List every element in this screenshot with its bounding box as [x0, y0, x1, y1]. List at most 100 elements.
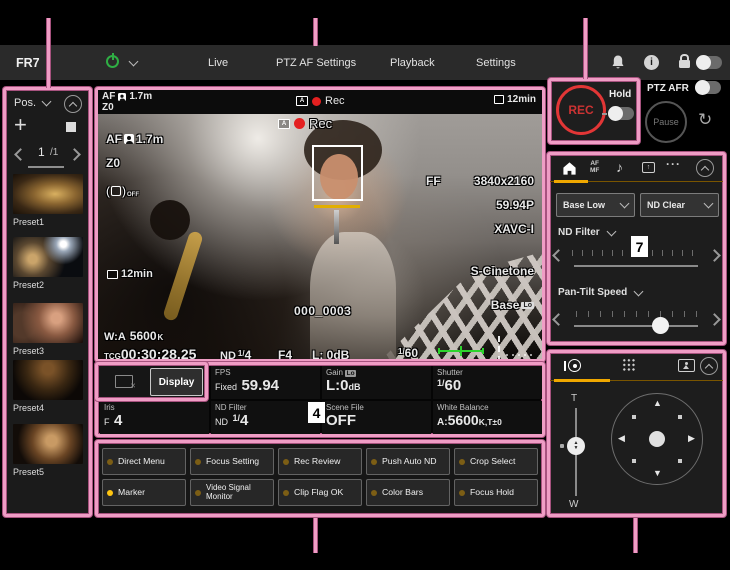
- tab-ptz-af-settings[interactable]: PTZ AF Settings: [276, 45, 356, 80]
- assignable-button-5[interactable]: Crop Select: [454, 448, 538, 475]
- collapse-panel-button[interactable]: [64, 95, 82, 113]
- level-meter: [498, 336, 500, 359]
- dpad-right-icon[interactable]: ▶: [688, 433, 695, 444]
- preset-thumbnail-5[interactable]: [13, 424, 83, 464]
- status-shutter[interactable]: Shutter 1/60: [433, 366, 542, 399]
- tab-ptz-joystick-icon[interactable]: [564, 359, 580, 373]
- status-nd-filter[interactable]: ND Filter ND 1/4: [211, 401, 320, 434]
- pause-button[interactable]: Pause: [645, 101, 687, 143]
- assignable-label: Focus Hold: [470, 488, 514, 497]
- assignable-button-2[interactable]: Focus Setting: [190, 448, 274, 475]
- base-sensitivity-dropdown[interactable]: Base Low: [556, 193, 635, 217]
- next-page-icon[interactable]: [68, 148, 81, 161]
- preset-label-4: Preset4: [13, 403, 44, 413]
- dpad-center-button[interactable]: [649, 431, 665, 447]
- camera-image-off-button[interactable]: ✕: [104, 370, 144, 392]
- preset-thumbnail-2[interactable]: [13, 237, 83, 277]
- pan-tilt-expander[interactable]: Pan-Tilt Speed: [558, 287, 642, 298]
- tab-playback[interactable]: Playback: [390, 45, 435, 80]
- assignable-label: Focus Setting: [206, 457, 259, 466]
- overlay-resolution: 3840x2160: [474, 174, 534, 188]
- status-shutter-label: Shutter: [437, 368, 538, 377]
- preset-thumbnail-4[interactable]: [13, 360, 83, 400]
- stop-icon[interactable]: [66, 122, 76, 132]
- pan-tilt-decrease-icon[interactable]: [552, 313, 565, 326]
- adjust-collapse-button[interactable]: [696, 159, 714, 177]
- assignable-button-4[interactable]: Push Auto ND: [366, 448, 450, 475]
- status-gain[interactable]: Gain Lo L:0dB: [322, 366, 431, 399]
- power-icon-bar: [112, 53, 114, 60]
- dpad-sw-dot: [632, 459, 636, 463]
- status-white-balance[interactable]: White Balance A:5600K,T±0: [433, 401, 542, 434]
- position-dropdown[interactable]: Pos.: [14, 97, 50, 109]
- status-scene-file[interactable]: Scene File OFF: [322, 401, 431, 434]
- tab-live[interactable]: Live: [208, 45, 228, 80]
- tab-home-icon[interactable]: [562, 161, 577, 176]
- saxophone: [162, 230, 204, 322]
- nd-slider-track[interactable]: [574, 265, 698, 267]
- ptz-afr-toggle[interactable]: [695, 81, 721, 94]
- power-chevron-down-icon[interactable]: [129, 57, 139, 67]
- pan-tilt-dpad[interactable]: ▲ ▼ ◀ ▶: [611, 393, 703, 485]
- steadyshot-off-icon: ( ) OFF: [106, 184, 139, 198]
- dpad-down-icon[interactable]: ▼: [653, 468, 662, 478]
- lock-toggle[interactable]: [696, 56, 722, 69]
- reset-icon[interactable]: ↺: [698, 110, 712, 130]
- assignable-button-1[interactable]: Direct Menu: [102, 448, 186, 475]
- nd-slider-decrease-icon[interactable]: [552, 249, 565, 262]
- dpad-left-icon[interactable]: ◀: [618, 433, 625, 444]
- preset-thumbnail-3[interactable]: [13, 303, 83, 343]
- overlay-af-distance: 1.7m: [136, 132, 163, 146]
- button-led: [371, 459, 377, 465]
- status-iris[interactable]: Iris F 4: [100, 401, 209, 434]
- nd-filter-expander[interactable]: ND Filter: [558, 227, 615, 238]
- tab-numeric-pad-icon[interactable]: [622, 358, 636, 372]
- bell-icon[interactable]: [610, 54, 626, 71]
- ptz-collapse-button[interactable]: [700, 357, 718, 375]
- level-meter-dots: [506, 354, 532, 356]
- assignable-button-10[interactable]: Focus Hold: [454, 479, 538, 506]
- live-video[interactable]: AF 1.7m Z0 ( ) OFF A Rec FF 3840x2160 59…: [98, 114, 542, 359]
- page-indicator-bar: [28, 166, 64, 168]
- status-iris-label: Iris: [104, 403, 205, 412]
- nd-slider-increase-icon[interactable]: [708, 249, 721, 262]
- pan-tilt-knob[interactable]: [652, 317, 669, 334]
- info-icon[interactable]: i: [644, 55, 659, 70]
- status-fps-prefix: Fixed: [215, 382, 237, 392]
- zoom-slider-marker: [560, 444, 564, 448]
- tab-audio-icon[interactable]: ♪: [616, 159, 623, 175]
- prev-page-icon[interactable]: [14, 148, 27, 161]
- nd-preset-dropdown[interactable]: ND Clear: [640, 193, 719, 217]
- tab-more-icon[interactable]: ···: [666, 157, 681, 171]
- callout-line-top-center: [313, 18, 318, 46]
- tab-auto-framing-icon[interactable]: [678, 359, 695, 372]
- media-remain-icon: [494, 95, 504, 104]
- preset-thumbnail-1[interactable]: [13, 174, 83, 214]
- singer-dress: [310, 232, 396, 359]
- tab-settings[interactable]: Settings: [476, 45, 516, 80]
- power-button[interactable]: [106, 55, 119, 68]
- dpad-up-icon[interactable]: ▲: [653, 398, 662, 408]
- tab-af-mf-icon[interactable]: AF MF: [590, 160, 599, 174]
- assignable-button-9[interactable]: Color Bars: [366, 479, 450, 506]
- display-button[interactable]: Display: [150, 368, 203, 396]
- assignable-label: Push Auto ND: [382, 457, 437, 466]
- pan-tilt-track[interactable]: [574, 325, 698, 327]
- assignable-button-6[interactable]: Marker: [102, 479, 186, 506]
- assignable-button-3[interactable]: Rec Review: [278, 448, 362, 475]
- add-preset-button[interactable]: +: [14, 112, 27, 138]
- overlay-look: S-Cinetone: [471, 264, 534, 278]
- hold-toggle[interactable]: [608, 107, 634, 120]
- tab-media-icon[interactable]: ↑: [642, 162, 655, 173]
- assignable-label: Clip Flag OK: [294, 488, 343, 497]
- assignable-button-7[interactable]: Video Signal Monitor: [190, 479, 274, 506]
- assignable-button-8[interactable]: Clip Flag OK: [278, 479, 362, 506]
- zoom-slider-knob[interactable]: ▲▼: [567, 437, 585, 455]
- microphone: [334, 210, 339, 244]
- pan-tilt-increase-icon[interactable]: [708, 313, 721, 326]
- status-fps[interactable]: FPS Fixed 59.94: [211, 366, 320, 399]
- rec-button[interactable]: REC: [556, 85, 606, 135]
- chevron-down-icon: [42, 97, 52, 107]
- media-clip-icon: A: [296, 96, 308, 106]
- base-sensitivity-value: Base Low: [563, 200, 605, 210]
